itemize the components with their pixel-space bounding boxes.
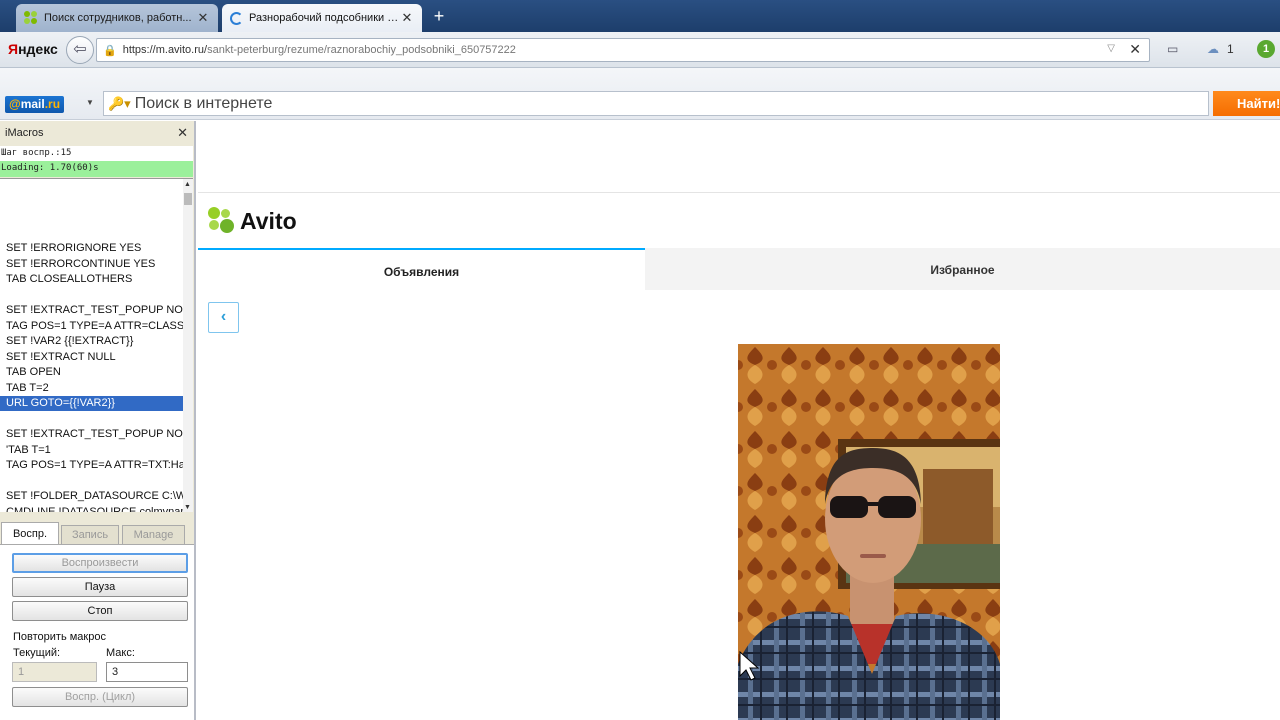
- status-step: Шаг воспр.:15: [0, 146, 193, 161]
- address-bar[interactable]: 🔒 https://m.avito.ru/sankt-peterburg/rez…: [96, 38, 1150, 62]
- code-line[interactable]: SET !ERRORIGNORE YES: [0, 241, 183, 256]
- pause-button[interactable]: Пауза: [12, 577, 188, 597]
- loading-spinner-icon: [230, 11, 243, 25]
- weather-cloud-icon[interactable]: ☁: [1207, 42, 1219, 56]
- back-button[interactable]: ⇦: [66, 36, 94, 64]
- back-button[interactable]: ‹: [208, 302, 239, 333]
- tab-play[interactable]: Воспр.: [1, 522, 59, 544]
- code-line[interactable]: CMDLINE !DATASOURCE colmvnam...: [0, 505, 183, 513]
- mailru-logo[interactable]: @mail.ru: [5, 96, 65, 113]
- code-line[interactable]: SET !FOLDER_DATASOURCE C:\Wo...: [0, 489, 183, 504]
- tab-record[interactable]: Запись: [61, 525, 119, 544]
- browser-tab-search[interactable]: Поиск сотрудников, работн... ✕: [16, 4, 218, 32]
- tab-title: Поиск сотрудников, работн...: [44, 12, 192, 24]
- max-iteration-field[interactable]: 3: [106, 662, 188, 682]
- status-loading: Loading: 1.70(60)s: [0, 161, 193, 177]
- chevron-left-icon: ‹: [220, 308, 227, 325]
- notification-badge[interactable]: 1: [1257, 40, 1275, 58]
- code-line[interactable]: [0, 412, 183, 427]
- browser-tab-strip: Поиск сотрудников, работн... ✕ Разнорабо…: [0, 0, 1280, 32]
- avito-logo-icon: [208, 207, 236, 235]
- yandex-logo[interactable]: Яндекс: [8, 41, 58, 57]
- close-icon[interactable]: ✕: [177, 125, 188, 141]
- lock-icon: 🔒: [103, 44, 117, 57]
- search-placeholder: Поиск в интернете: [134, 94, 273, 112]
- profile-photo[interactable]: [738, 344, 1000, 720]
- content-tabs: Объявления Избранное: [198, 248, 1280, 290]
- browser-tab-resume[interactable]: Разнорабочий подсобники в... ✕: [222, 4, 422, 32]
- macro-code-editor[interactable]: SET !ERRORIGNORE YES SET !ERRORCONTINUE Y…: [0, 178, 193, 512]
- search-key-icon: 🔑▾: [108, 95, 131, 111]
- weather-count: 1: [1227, 42, 1234, 56]
- code-line[interactable]: TAG POS=1 TYPE=A ATTR=TXT:Ha...: [0, 458, 183, 473]
- portrait-image: [738, 344, 1000, 720]
- play-loop-button[interactable]: Воспр. (Цикл): [12, 687, 188, 707]
- url-host: https://m.avito.ru/: [122, 44, 208, 56]
- code-line[interactable]: TAB T=2: [0, 381, 183, 396]
- code-line[interactable]: URL GOTO={{!VAR2}}: [0, 396, 183, 411]
- play-panel: Воспроизвести Пауза Стоп Повторить макро…: [0, 544, 194, 720]
- code-line[interactable]: TAG POS=1 TYPE=A ATTR=CLASS...: [0, 319, 183, 334]
- tab-manage[interactable]: Manage: [122, 525, 185, 544]
- stop-loading-icon[interactable]: ✕: [1129, 41, 1141, 58]
- imacros-sidebar: iMacros ✕ Шаг воспр.:15 Loading: 1.70(60…: [0, 121, 196, 720]
- scrollbar[interactable]: ▲ ▼: [183, 179, 193, 512]
- code-line[interactable]: TAB OPEN: [0, 365, 183, 380]
- tab-title: Разнорабочий подсобники в...: [249, 12, 400, 24]
- sidebar-title: iMacros: [0, 121, 194, 145]
- close-tab-icon[interactable]: ✕: [196, 10, 210, 26]
- code-line[interactable]: SET !EXTRACT_TEST_POPUP NO: [0, 303, 183, 318]
- logo-text: Avito: [240, 207, 297, 234]
- current-iteration-field: 1: [12, 662, 97, 682]
- code-line[interactable]: SET !ERRORCONTINUE YES: [0, 257, 183, 272]
- chevron-down-icon[interactable]: ▼: [86, 98, 94, 107]
- new-tab-button[interactable]: +: [428, 6, 450, 26]
- code-line[interactable]: 'TAB T=1: [0, 443, 183, 458]
- tab-ads[interactable]: Объявления: [198, 248, 645, 290]
- code-line[interactable]: SET !EXTRACT_TEST_POPUP NO: [0, 427, 183, 442]
- url-path: sankt-peterburg/rezume/raznorabochiy_pod…: [207, 44, 516, 56]
- current-label: Текущий:: [13, 647, 61, 659]
- avito-favicon-icon: [24, 11, 38, 25]
- search-toolbar: @mail.ru ▼ 🔑▾ Поиск в интернете Найти!: [0, 68, 1280, 120]
- stop-button[interactable]: Стоп: [12, 601, 188, 621]
- code-line[interactable]: [0, 474, 183, 489]
- repeat-macro-label: Повторить макрос: [13, 631, 106, 643]
- header-divider: [198, 192, 1280, 193]
- find-button[interactable]: Найти!: [1213, 91, 1280, 116]
- search-input[interactable]: 🔑▾ Поиск в интернете: [103, 91, 1209, 116]
- scroll-down-icon[interactable]: ▼: [184, 504, 191, 511]
- close-tab-icon[interactable]: ✕: [400, 10, 414, 26]
- avito-logo[interactable]: Avito: [208, 207, 297, 235]
- bookmark-icon[interactable]: ▭: [1167, 42, 1178, 56]
- play-button[interactable]: Воспроизвести: [12, 553, 188, 573]
- navigation-bar: Яндекс ⇦ 🔒 https://m.avito.ru/sankt-pete…: [0, 32, 1280, 68]
- code-line[interactable]: SET !EXTRACT NULL: [0, 350, 183, 365]
- tab-favorites[interactable]: Избранное: [645, 248, 1280, 290]
- code-line[interactable]: SET !VAR2 {{!EXTRACT}}: [0, 334, 183, 349]
- arrow-left-icon: ⇦: [73, 41, 87, 58]
- sidebar-tabs: Воспр. Запись Manage: [0, 522, 194, 544]
- scrollbar-thumb[interactable]: [184, 193, 192, 205]
- history-dropdown-icon[interactable]: ▽: [1107, 43, 1115, 54]
- code-line[interactable]: [0, 288, 183, 303]
- web-page: Avito Объявления Избранное ‹: [198, 121, 1280, 720]
- scroll-up-icon[interactable]: ▲: [184, 181, 191, 188]
- code-line[interactable]: TAB CLOSEALLOTHERS: [0, 272, 183, 287]
- max-label: Макс:: [106, 647, 135, 659]
